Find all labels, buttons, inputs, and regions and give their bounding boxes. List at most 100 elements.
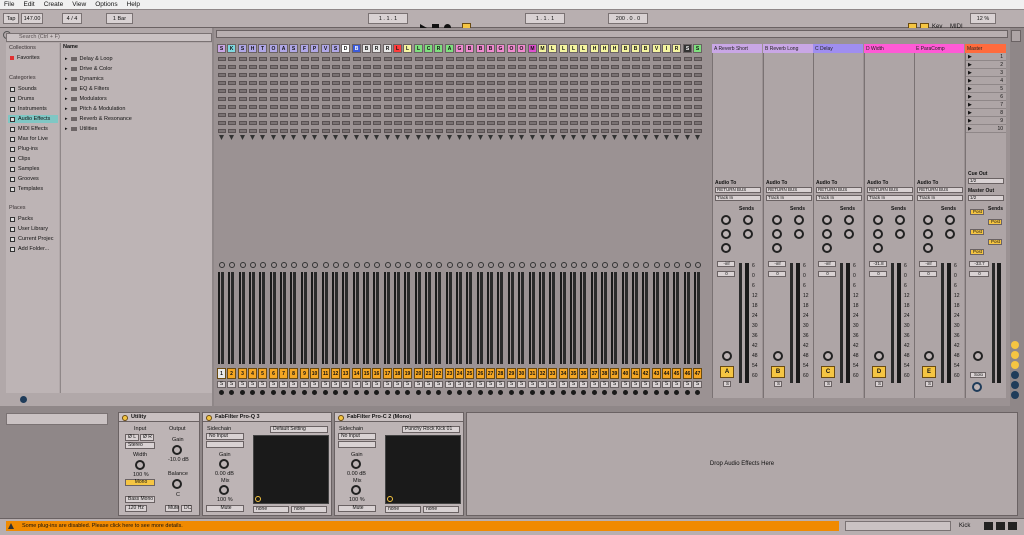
- clip-slot[interactable]: [642, 121, 650, 125]
- arm-button[interactable]: [291, 390, 296, 395]
- arm-button[interactable]: [664, 390, 669, 395]
- clip-slot[interactable]: [446, 121, 454, 125]
- clip-slot[interactable]: [373, 89, 381, 93]
- clip-slot[interactable]: [539, 97, 547, 101]
- pan-knob[interactable]: [695, 262, 701, 268]
- category-item[interactable]: MIDI Effects: [8, 125, 58, 133]
- clip-slot[interactable]: [601, 129, 609, 133]
- clip-slot[interactable]: [218, 97, 226, 101]
- track-activator-button[interactable]: 36: [579, 368, 588, 379]
- solo-button[interactable]: S: [310, 381, 319, 388]
- solo-button[interactable]: S: [465, 381, 474, 388]
- clip-slot[interactable]: [290, 97, 298, 101]
- return-track-header[interactable]: D Width: [864, 44, 914, 53]
- clip-slot[interactable]: [487, 73, 495, 77]
- pan-knob[interactable]: [364, 262, 370, 268]
- clip-slot[interactable]: [218, 129, 226, 133]
- category-item[interactable]: Audio Effects: [8, 115, 58, 123]
- solo-button[interactable]: S: [362, 381, 371, 388]
- volume-fader[interactable]: [397, 272, 400, 364]
- arm-button[interactable]: [478, 390, 483, 395]
- proc-sidechain-source[interactable]: [338, 441, 376, 448]
- input-type-select[interactable]: Track In: [715, 195, 761, 201]
- clip-slot[interactable]: [632, 113, 640, 117]
- input-type-select[interactable]: Track In: [867, 195, 913, 201]
- clip-slot[interactable]: [487, 81, 495, 85]
- time-signature-field[interactable]: 4 / 4: [62, 13, 82, 24]
- clip-slot[interactable]: [435, 113, 443, 117]
- volume-fader[interactable]: [252, 272, 255, 364]
- clip-slot[interactable]: [270, 65, 278, 69]
- volume-fader[interactable]: [676, 272, 679, 364]
- clip-slot[interactable]: [415, 65, 423, 69]
- clip-slot[interactable]: [560, 57, 568, 61]
- pan-knob[interactable]: [354, 262, 360, 268]
- track-header[interactable]: M: [538, 44, 547, 53]
- clip-slot[interactable]: [270, 105, 278, 109]
- clip-slot[interactable]: [290, 105, 298, 109]
- track-activator-button[interactable]: 37: [590, 368, 599, 379]
- scene-launch-icon[interactable]: ▶: [968, 62, 972, 68]
- audio-to-select[interactable]: RETURN BUS: [816, 187, 862, 193]
- pan-knob[interactable]: [478, 262, 484, 268]
- clip-slot[interactable]: [384, 73, 392, 77]
- clip-slot[interactable]: [394, 65, 402, 69]
- track-header[interactable]: V: [652, 44, 661, 53]
- send-knob[interactable]: [844, 229, 854, 239]
- clip-slot[interactable]: [694, 57, 702, 61]
- clip-slot[interactable]: [601, 105, 609, 109]
- folder-item[interactable]: ▸ Dynamics: [65, 75, 210, 83]
- scene-launch-icon[interactable]: ▶: [968, 70, 972, 76]
- clip-slot[interactable]: [446, 57, 454, 61]
- track-header[interactable]: G: [496, 44, 505, 53]
- scene-launch[interactable]: ▶ 1: [966, 54, 1006, 61]
- category-item[interactable]: Max for Live: [8, 135, 58, 143]
- clip-slot[interactable]: [684, 57, 692, 61]
- clip-slot[interactable]: [466, 105, 474, 109]
- clip-slot[interactable]: [653, 113, 661, 117]
- clip-slot[interactable]: [518, 81, 526, 85]
- folder-item[interactable]: ▸ Modulators: [65, 95, 210, 103]
- pan-knob[interactable]: [643, 262, 649, 268]
- clip-slot[interactable]: [332, 73, 340, 77]
- volume-field[interactable]: -inf: [768, 261, 786, 267]
- clip-slot[interactable]: [529, 89, 537, 93]
- collapse-icon[interactable]: [1011, 30, 1021, 42]
- track-header[interactable]: B: [352, 44, 361, 53]
- clip-slot[interactable]: [663, 129, 671, 133]
- track-header[interactable]: P: [310, 44, 319, 53]
- pan-knob[interactable]: [592, 262, 598, 268]
- clip-slot[interactable]: [259, 81, 267, 85]
- solo-button[interactable]: S: [652, 381, 661, 388]
- clip-slot[interactable]: [653, 89, 661, 93]
- clip-slot[interactable]: [322, 57, 330, 61]
- volume-field[interactable]: -inf: [919, 261, 937, 267]
- clip-slot[interactable]: [270, 97, 278, 101]
- volume-fader[interactable]: [521, 272, 524, 364]
- clip-slot[interactable]: [290, 73, 298, 77]
- clip-slot[interactable]: [456, 65, 464, 69]
- clip-slot[interactable]: [694, 89, 702, 93]
- return-activator-button[interactable]: C: [821, 366, 835, 378]
- clip-slot[interactable]: [642, 129, 650, 133]
- clip-slot[interactable]: [560, 89, 568, 93]
- clip-slot[interactable]: [404, 97, 412, 101]
- clip-slot[interactable]: [580, 97, 588, 101]
- clip-slot[interactable]: [322, 81, 330, 85]
- folder-item[interactable]: ▸ EQ & Filters: [65, 85, 210, 93]
- clip-slot[interactable]: [404, 73, 412, 77]
- place-item[interactable]: Add Folder...: [8, 245, 58, 253]
- clip-slot[interactable]: [663, 65, 671, 69]
- clip-slot[interactable]: [425, 121, 433, 125]
- track-activator-button[interactable]: 30: [517, 368, 526, 379]
- clip-slot[interactable]: [497, 65, 505, 69]
- arm-button[interactable]: [240, 390, 245, 395]
- clip-slot[interactable]: [342, 73, 350, 77]
- solo-button[interactable]: S: [693, 381, 702, 388]
- pan-knob[interactable]: [530, 262, 536, 268]
- clip-slot[interactable]: [570, 81, 578, 85]
- clip-slot[interactable]: [601, 113, 609, 117]
- track-activator-button[interactable]: 33: [548, 368, 557, 379]
- clip-slot[interactable]: [353, 105, 361, 109]
- clip-slot[interactable]: [435, 97, 443, 101]
